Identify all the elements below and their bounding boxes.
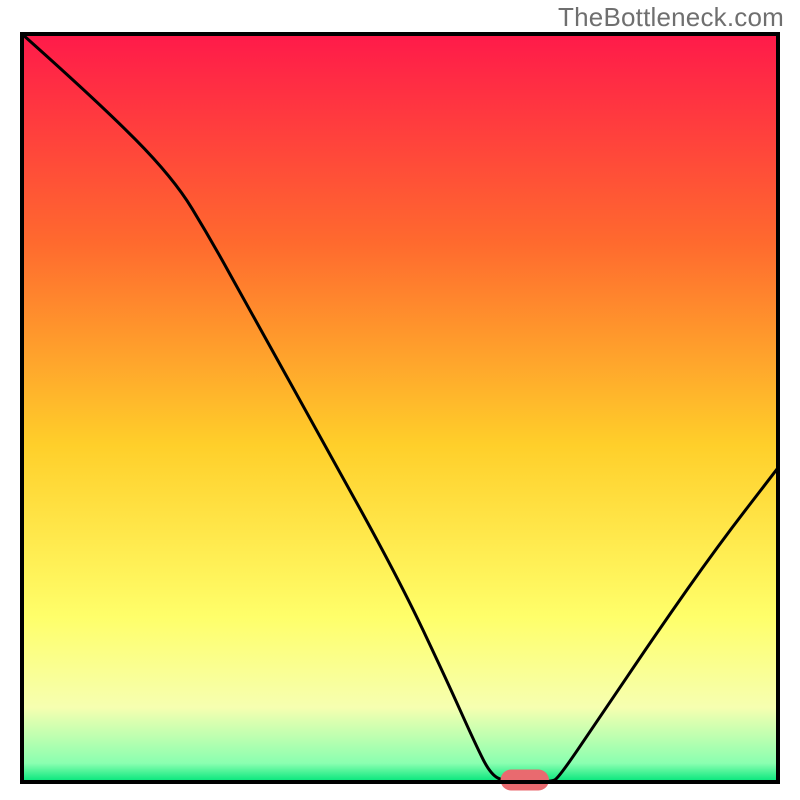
chart-container: TheBottleneck.com bbox=[0, 0, 800, 800]
bottleneck-chart bbox=[0, 0, 800, 800]
attribution-label: TheBottleneck.com bbox=[558, 2, 784, 33]
gradient-background bbox=[22, 34, 778, 782]
plot-area bbox=[22, 34, 778, 790]
